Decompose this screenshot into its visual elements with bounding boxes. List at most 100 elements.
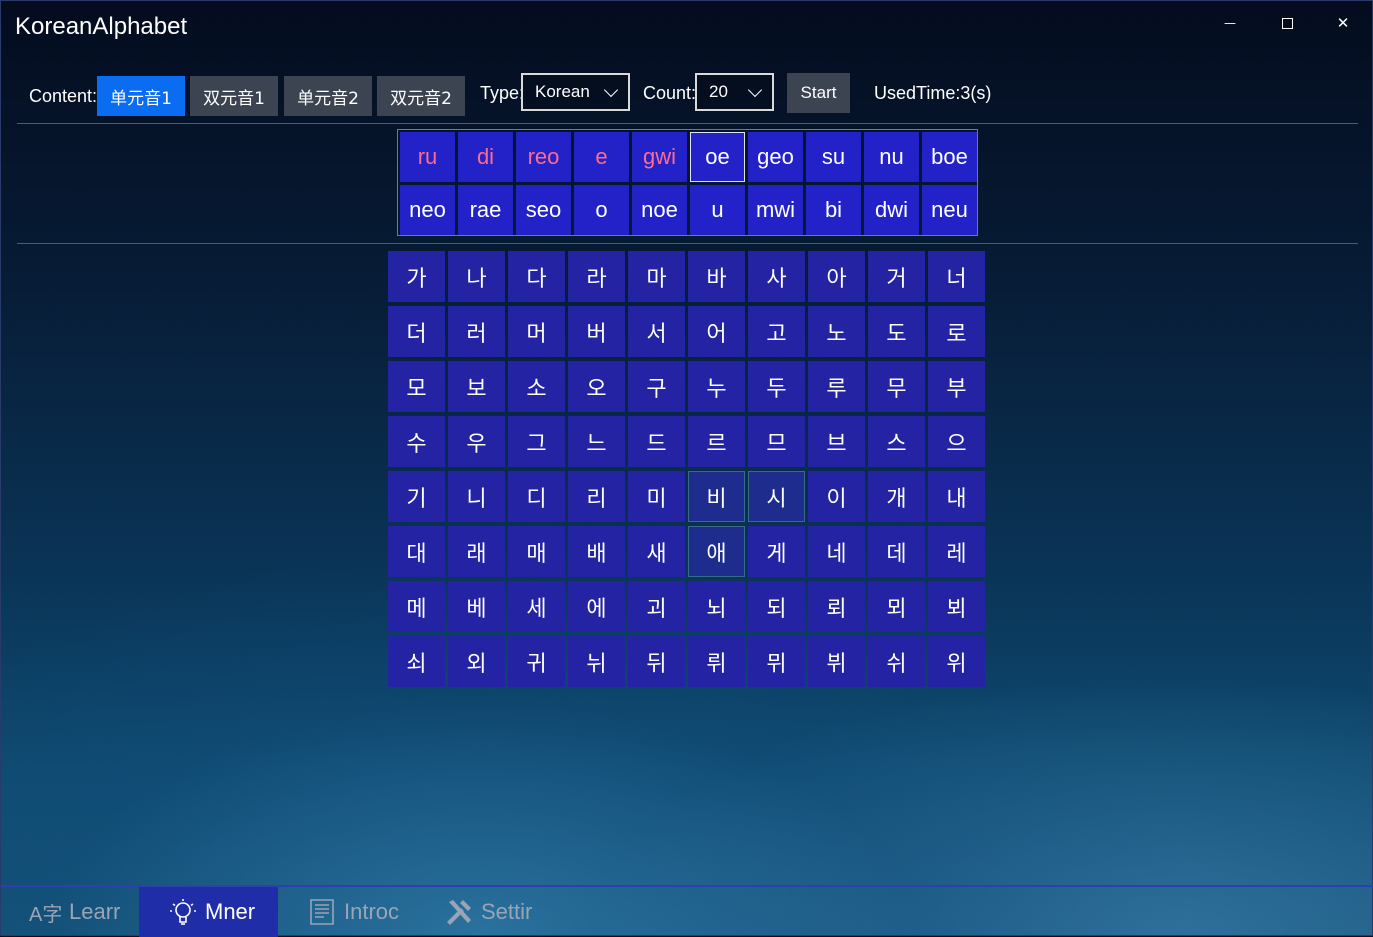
romanization-cell[interactable]: boe (922, 132, 977, 182)
hangul-cell[interactable]: 고 (748, 306, 805, 357)
hangul-cell[interactable]: 로 (928, 306, 985, 357)
hangul-cell[interactable]: 세 (508, 581, 565, 632)
hangul-cell[interactable]: 므 (748, 416, 805, 467)
romanization-cell[interactable]: dwi (864, 185, 919, 235)
hangul-cell[interactable]: 배 (568, 526, 625, 577)
hangul-cell[interactable]: 대 (388, 526, 445, 577)
type-select[interactable]: Korean (521, 73, 630, 111)
hangul-cell[interactable]: 디 (508, 471, 565, 522)
hangul-cell[interactable]: 우 (448, 416, 505, 467)
hangul-cell[interactable]: 뮈 (748, 636, 805, 687)
hangul-cell[interactable]: 미 (628, 471, 685, 522)
maximize-button[interactable] (1259, 1, 1315, 45)
hangul-cell[interactable]: 바 (688, 251, 745, 302)
romanization-cell[interactable]: su (806, 132, 861, 182)
hangul-cell[interactable]: 네 (808, 526, 865, 577)
hangul-cell[interactable]: 모 (388, 361, 445, 412)
romanization-cell[interactable]: neo (400, 185, 455, 235)
hangul-cell[interactable]: 리 (568, 471, 625, 522)
count-select[interactable]: 20 (695, 73, 774, 111)
hangul-cell[interactable]: 개 (868, 471, 925, 522)
romanization-cell[interactable]: seo (516, 185, 571, 235)
romanization-cell[interactable]: gwi (632, 132, 687, 182)
hangul-cell[interactable]: 보 (448, 361, 505, 412)
romanization-cell[interactable]: o (574, 185, 629, 235)
nav-item-intro[interactable]: Introc (278, 887, 402, 937)
hangul-cell[interactable]: 뫼 (868, 581, 925, 632)
hangul-cell[interactable]: 뇌 (688, 581, 745, 632)
hangul-cell[interactable]: 귀 (508, 636, 565, 687)
hangul-cell[interactable]: 수 (388, 416, 445, 467)
content-option-3[interactable]: 单元音2 (284, 76, 372, 116)
hangul-cell[interactable]: 아 (808, 251, 865, 302)
hangul-cell[interactable]: 나 (448, 251, 505, 302)
hangul-cell[interactable]: 루 (808, 361, 865, 412)
hangul-cell[interactable]: 괴 (628, 581, 685, 632)
romanization-cell[interactable]: neu (922, 185, 977, 235)
hangul-cell[interactable]: 소 (508, 361, 565, 412)
hangul-cell[interactable]: 베 (448, 581, 505, 632)
hangul-cell[interactable]: 뵈 (928, 581, 985, 632)
romanization-cell[interactable]: e (574, 132, 629, 182)
hangul-cell[interactable]: 메 (388, 581, 445, 632)
romanization-cell[interactable]: nu (864, 132, 919, 182)
hangul-cell[interactable]: 거 (868, 251, 925, 302)
romanization-cell[interactable]: di (458, 132, 513, 182)
hangul-cell[interactable]: 데 (868, 526, 925, 577)
content-option-4[interactable]: 双元音2 (377, 76, 465, 116)
hangul-cell[interactable]: 르 (688, 416, 745, 467)
hangul-cell[interactable]: 쇠 (388, 636, 445, 687)
minimize-button[interactable]: — (1202, 1, 1258, 45)
hangul-cell[interactable]: 다 (508, 251, 565, 302)
hangul-cell[interactable]: 되 (748, 581, 805, 632)
hangul-cell[interactable]: 무 (868, 361, 925, 412)
hangul-cell[interactable]: 니 (448, 471, 505, 522)
hangul-cell[interactable]: 뒤 (628, 636, 685, 687)
hangul-cell[interactable]: 두 (748, 361, 805, 412)
hangul-cell[interactable]: 너 (928, 251, 985, 302)
hangul-cell[interactable]: 러 (448, 306, 505, 357)
romanization-cell[interactable]: mwi (748, 185, 803, 235)
hangul-cell[interactable]: 마 (628, 251, 685, 302)
hangul-cell[interactable]: 기 (388, 471, 445, 522)
nav-item-settings[interactable]: Settir (415, 887, 539, 937)
romanization-cell[interactable]: noe (632, 185, 687, 235)
romanization-cell[interactable]: reo (516, 132, 571, 182)
hangul-cell[interactable]: 사 (748, 251, 805, 302)
romanization-cell[interactable]: u (690, 185, 745, 235)
hangul-cell[interactable]: 오 (568, 361, 625, 412)
hangul-cell[interactable]: 부 (928, 361, 985, 412)
hangul-cell[interactable]: 뢰 (808, 581, 865, 632)
hangul-cell[interactable]: 누 (688, 361, 745, 412)
hangul-cell[interactable]: 가 (388, 251, 445, 302)
start-button[interactable]: Start (787, 73, 850, 113)
hangul-cell[interactable]: 뉘 (568, 636, 625, 687)
hangul-cell[interactable]: 라 (568, 251, 625, 302)
hangul-cell[interactable]: 서 (628, 306, 685, 357)
nav-item-mner[interactable]: Mner (139, 887, 278, 937)
romanization-cell[interactable]: oe (690, 132, 745, 182)
hangul-cell[interactable]: 시 (748, 471, 805, 522)
hangul-cell[interactable]: 뷔 (808, 636, 865, 687)
hangul-cell[interactable]: 비 (688, 471, 745, 522)
hangul-cell[interactable]: 머 (508, 306, 565, 357)
romanization-cell[interactable]: rae (458, 185, 513, 235)
hangul-cell[interactable]: 매 (508, 526, 565, 577)
romanization-cell[interactable]: bi (806, 185, 861, 235)
hangul-cell[interactable]: 뤼 (688, 636, 745, 687)
hangul-cell[interactable]: 도 (868, 306, 925, 357)
hangul-cell[interactable]: 게 (748, 526, 805, 577)
hangul-cell[interactable]: 위 (928, 636, 985, 687)
hangul-cell[interactable]: 느 (568, 416, 625, 467)
hangul-cell[interactable]: 구 (628, 361, 685, 412)
hangul-cell[interactable]: 스 (868, 416, 925, 467)
hangul-cell[interactable]: 에 (568, 581, 625, 632)
hangul-cell[interactable]: 어 (688, 306, 745, 357)
hangul-cell[interactable]: 드 (628, 416, 685, 467)
hangul-cell[interactable]: 새 (628, 526, 685, 577)
hangul-cell[interactable]: 더 (388, 306, 445, 357)
hangul-cell[interactable]: 쉬 (868, 636, 925, 687)
romanization-cell[interactable]: geo (748, 132, 803, 182)
hangul-cell[interactable]: 이 (808, 471, 865, 522)
hangul-cell[interactable]: 래 (448, 526, 505, 577)
